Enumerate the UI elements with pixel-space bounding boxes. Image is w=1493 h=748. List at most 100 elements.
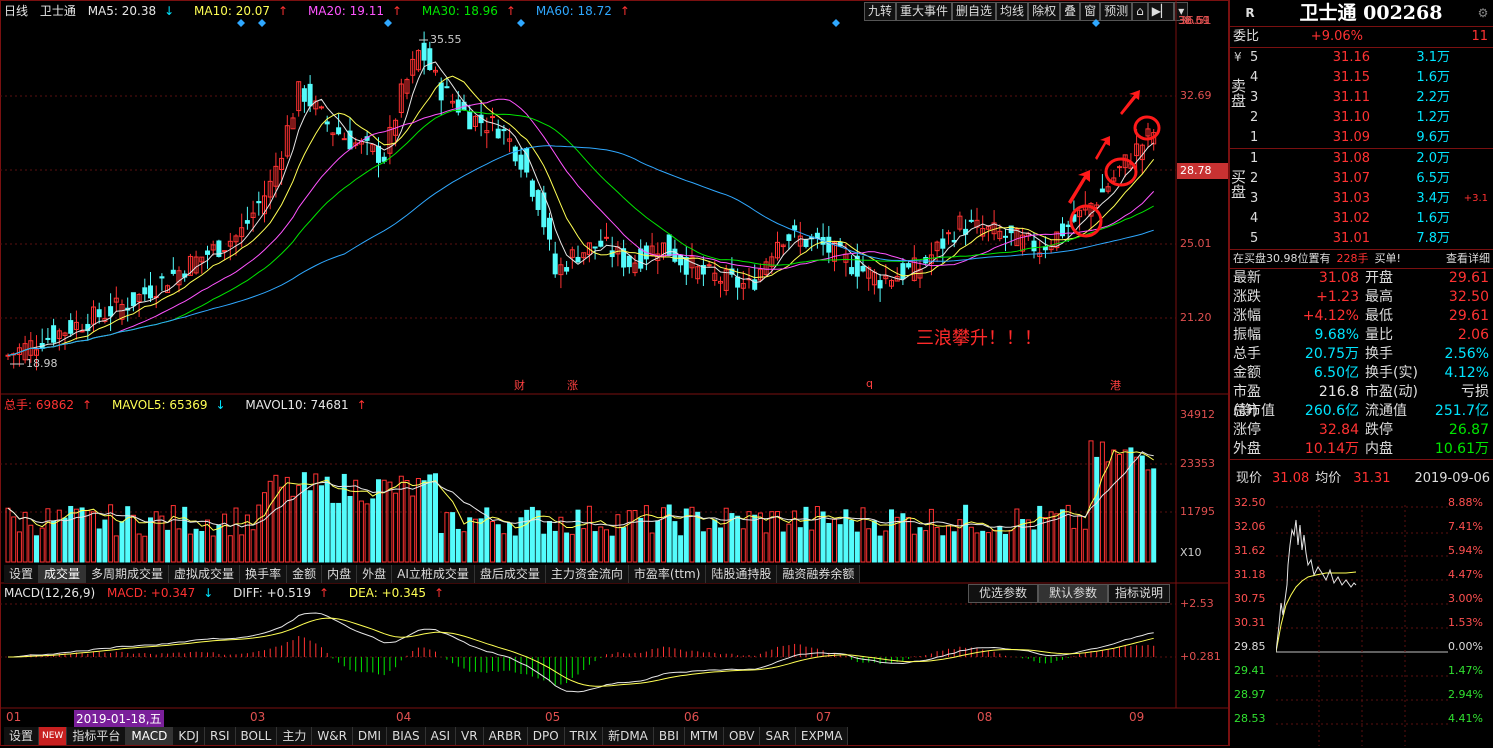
sell-row[interactable]: 3 31.11 2.2万: [1250, 88, 1490, 108]
stat-row: 市盈(静) 216.8 市盈(动) 亏损: [1233, 383, 1493, 419]
macd-name: MACD(12,26,9): [4, 586, 96, 600]
tab-settings[interactable]: 设置: [4, 565, 40, 583]
event-mark-hk[interactable]: 港: [1110, 377, 1121, 393]
tab-amount[interactable]: 金额: [287, 565, 323, 583]
bottom-tab-arbr[interactable]: ARBR: [484, 727, 528, 745]
bottom-tab-main[interactable]: 主力: [277, 727, 313, 745]
sell-change: [1450, 48, 1488, 68]
bottom-tab-platform[interactable]: 指标平台: [67, 727, 127, 745]
stat-label: 内盘: [1365, 441, 1393, 457]
sell-row[interactable]: 1 31.09 9.6万: [1250, 128, 1490, 148]
sell-row[interactable]: 5 31.16 3.1万: [1250, 48, 1490, 68]
volume-bar: [592, 531, 598, 563]
stat-row: 金额 6.50亿 换手(实) 4.12%: [1233, 364, 1493, 383]
tab-after-hours[interactable]: 盘后成交量: [475, 565, 546, 583]
volume-bar: [461, 531, 467, 563]
tab-turnover[interactable]: 换手率: [240, 565, 288, 583]
bottom-tab-dpo[interactable]: DPO: [528, 727, 565, 745]
volume-bar: [1082, 528, 1088, 563]
big-order-notice[interactable]: 在买盘30.98位置有 228手 买单! 查看详细: [1230, 250, 1493, 269]
view-detail-link[interactable]: 查看详细: [1446, 250, 1493, 268]
annotation-text: 三浪攀升！！！: [916, 328, 1042, 349]
volume-bar: [102, 519, 108, 563]
stat-label: 跌停: [1365, 422, 1393, 438]
default-params-button[interactable]: 默认参数: [1038, 584, 1109, 603]
volume-bar: [775, 511, 780, 563]
stat-label: 总手: [1233, 346, 1261, 362]
candle: [490, 116, 495, 119]
event-mark-finance[interactable]: 财: [514, 377, 525, 393]
tab-margin[interactable]: 融资融券余额: [777, 565, 861, 583]
sell-row[interactable]: 2 31.10 1.2万: [1250, 108, 1490, 128]
time-tick-aug: 08: [977, 710, 993, 724]
tab-multi-period-volume[interactable]: 多周期成交量: [86, 565, 170, 583]
sell-level: 2: [1250, 110, 1259, 125]
tab-ai-volume[interactable]: AI立桩成交量: [392, 565, 475, 583]
volume-bar: [142, 535, 148, 563]
tab-volume[interactable]: 成交量: [39, 565, 87, 583]
candle: [786, 234, 792, 241]
volume-bar: [547, 521, 552, 563]
bottom-tab-expma[interactable]: EXPMA: [796, 727, 849, 745]
bottom-tab-obv[interactable]: OBV: [724, 727, 761, 745]
tab-virtual-volume[interactable]: 虚拟成交量: [169, 565, 241, 583]
bottom-tab-wr[interactable]: W&R: [312, 727, 353, 745]
sell-row[interactable]: 4 31.15 1.6万: [1250, 68, 1490, 88]
candle: [467, 111, 473, 130]
volume-bar: [336, 502, 342, 563]
candle: [501, 129, 507, 132]
bottom-tab-vr[interactable]: VR: [456, 727, 484, 745]
volume-bar: [832, 518, 837, 563]
bottom-tab-mtm[interactable]: MTM: [685, 727, 724, 745]
buy-price: 31.03: [1332, 191, 1370, 206]
volume-bar: [769, 511, 775, 563]
bottom-tab-kdj[interactable]: KDJ: [173, 727, 205, 745]
bottom-tab-newdma[interactable]: 新DMA: [603, 727, 654, 745]
bottom-tab-bias[interactable]: BIAS: [387, 727, 426, 745]
event-mark-limitup[interactable]: 涨: [567, 377, 578, 393]
diff-line: [7, 612, 1154, 693]
candle: [552, 253, 558, 275]
tab-pe-ttm[interactable]: 市盈率(ttm): [629, 565, 707, 583]
buy-row[interactable]: 1 31.08 2.0万: [1250, 149, 1490, 169]
event-mark-q[interactable]: q: [866, 377, 873, 390]
candle: [159, 276, 165, 279]
indicator-help-button[interactable]: 指标说明: [1108, 584, 1171, 603]
candle: [564, 267, 570, 272]
volume-tick-3: 11795: [1180, 505, 1215, 518]
tab-outer[interactable]: 外盘: [357, 565, 393, 583]
bottom-tab-sar[interactable]: SAR: [760, 727, 796, 745]
volume-bar: [34, 535, 39, 563]
buy-row[interactable]: 3 31.03 3.4万 +3.1: [1250, 189, 1490, 209]
bottom-tab-boll[interactable]: BOLL: [236, 727, 278, 745]
tab-hk-connect[interactable]: 陆股通持股: [706, 565, 778, 583]
bottom-tab-trix[interactable]: TRIX: [565, 727, 604, 745]
sell-book: ¥ 卖盘 5 31.16 3.1万 4 31.15 1.6万 3 31.11 2.2万 2 31.1…: [1229, 48, 1493, 149]
bottom-tab-dmi[interactable]: DMI: [353, 727, 388, 745]
candle: [438, 82, 444, 101]
buy-row[interactable]: 2 31.07 6.5万: [1250, 169, 1490, 189]
volume-bar: [672, 521, 678, 563]
bottom-tab-rsi[interactable]: RSI: [205, 727, 236, 745]
buy-row[interactable]: 4 31.02 1.6万: [1250, 209, 1490, 229]
volume-bar: [786, 523, 792, 563]
weibi-label: 委比: [1233, 29, 1260, 44]
tab-inner[interactable]: 内盘: [322, 565, 358, 583]
volume-bar: [51, 520, 57, 563]
buy-row[interactable]: 5 31.01 7.8万: [1250, 229, 1490, 249]
volume-bar: [951, 531, 957, 563]
bottom-tab-settings[interactable]: 设置: [4, 727, 40, 745]
bottom-tab-bbi[interactable]: BBI: [654, 727, 685, 745]
bottom-tab-macd[interactable]: MACD: [126, 727, 174, 745]
stat-label: 外盘: [1233, 441, 1261, 457]
new-badge: NEW: [39, 727, 68, 745]
volume-bar: [227, 535, 233, 563]
tab-main-capital[interactable]: 主力资金流向: [546, 565, 629, 583]
volume-indicator-tabs: 设置 成交量 多周期成交量 虚拟成交量 换手率 金额 内盘 外盘 AI立桩成交量…: [4, 565, 861, 583]
bottom-tab-asi[interactable]: ASI: [426, 727, 457, 745]
settings-icon[interactable]: ⚙: [1472, 0, 1493, 26]
volume-bar: [712, 519, 718, 563]
volume-bar: [347, 495, 353, 563]
buy-price: 31.02: [1332, 211, 1370, 226]
optimal-params-button[interactable]: 优选参数: [968, 584, 1039, 603]
